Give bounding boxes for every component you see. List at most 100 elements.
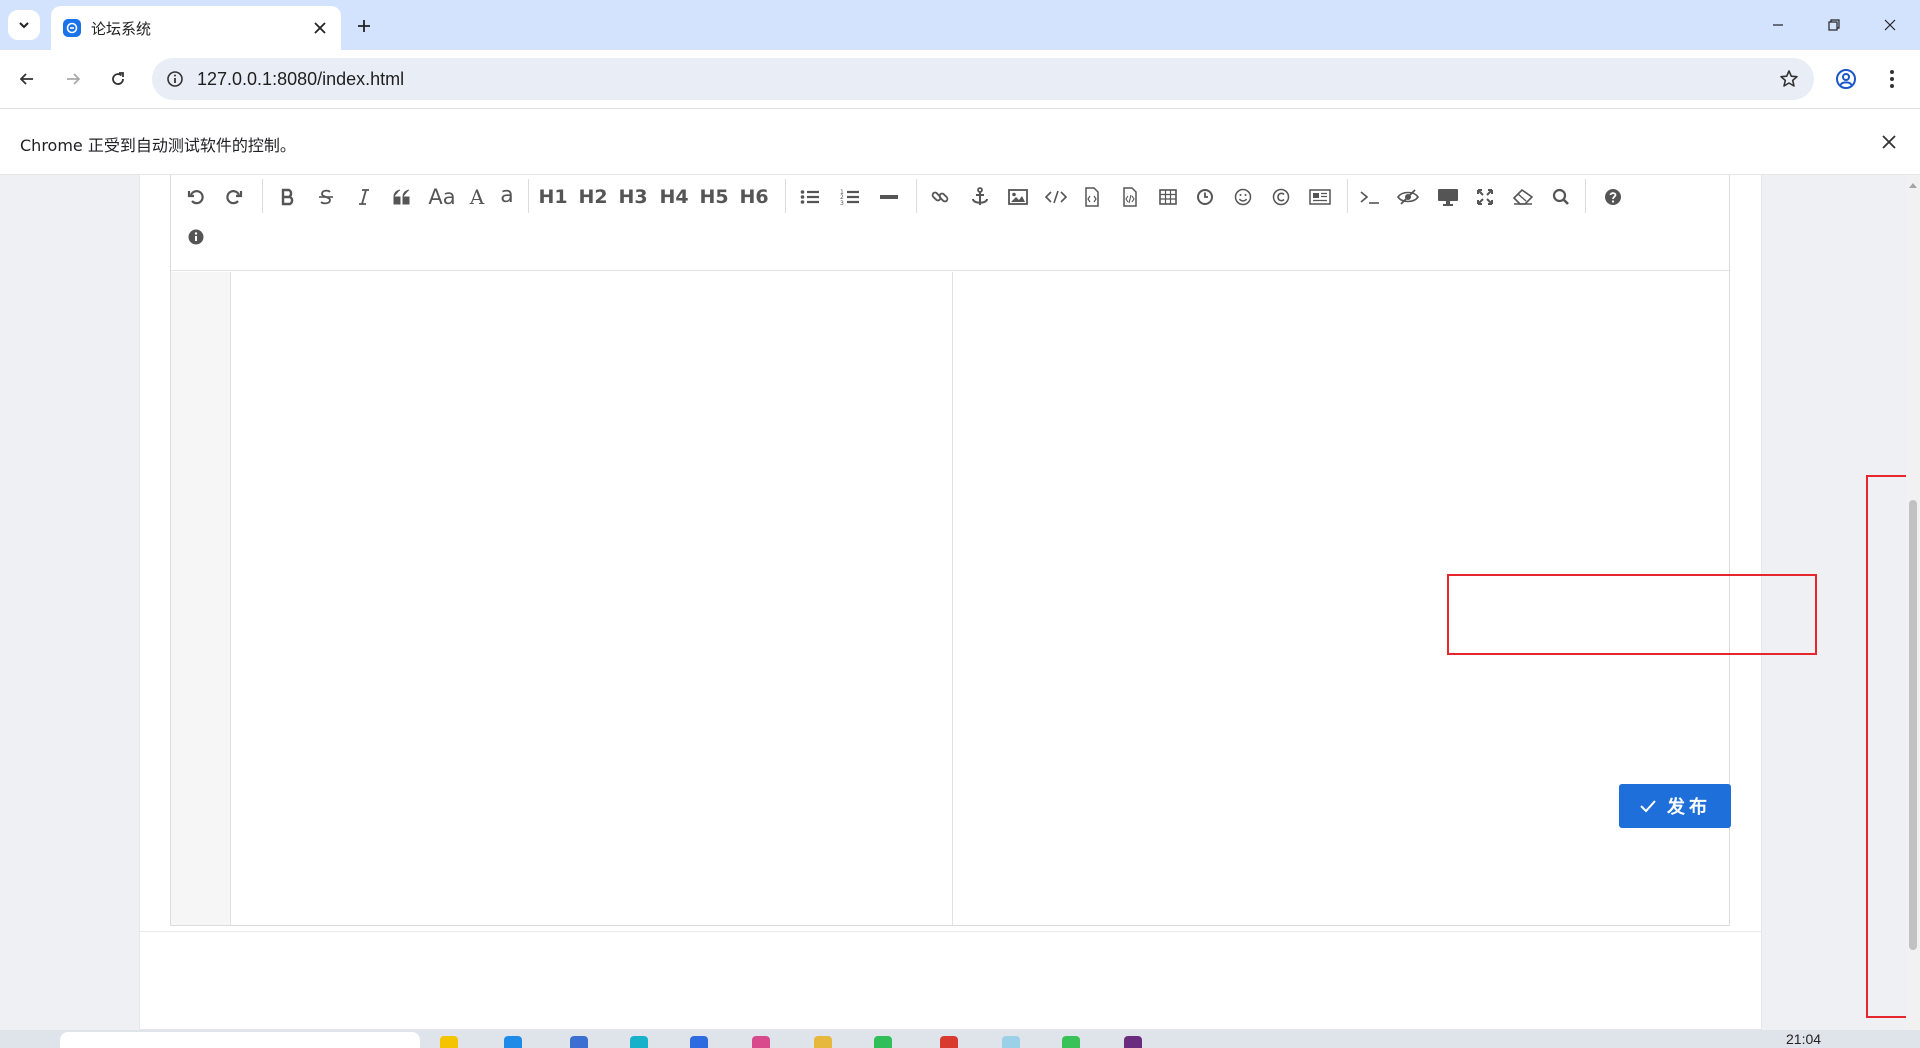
taskbar-app-icon[interactable]: [1124, 1036, 1142, 1048]
bookmark-star-icon[interactable]: [1776, 66, 1802, 92]
undo-icon[interactable]: [183, 179, 209, 215]
address-bar[interactable]: 127.0.0.1:8080/index.html: [152, 58, 1814, 100]
arrow-right-icon: [67, 73, 81, 85]
markdown-input-pane[interactable]: [231, 272, 953, 925]
redo-icon[interactable]: [221, 179, 247, 215]
chevron-down-icon: [19, 22, 29, 29]
image-icon[interactable]: [1003, 179, 1033, 215]
line-number-gutter: [171, 272, 231, 925]
markdown-editor: Aa A a H1 H2 H3 H4 H5 H6 123: [170, 175, 1730, 926]
newspaper-icon[interactable]: [1303, 179, 1337, 215]
close-icon: [1884, 19, 1896, 31]
browser-tab[interactable]: 论坛系统: [51, 6, 341, 50]
eye-slash-icon[interactable]: [1393, 179, 1423, 215]
publish-button[interactable]: 发布: [1619, 784, 1731, 828]
toolbar-divider: [1585, 179, 1586, 213]
plus-icon: [358, 20, 370, 32]
svg-text:3: 3: [840, 200, 844, 206]
eraser-icon[interactable]: [1509, 179, 1537, 215]
tab-search-button[interactable]: [8, 10, 40, 40]
url-text[interactable]: 127.0.0.1:8080/index.html: [197, 69, 404, 90]
infobar-close-icon[interactable]: [1878, 131, 1900, 153]
toolbar-divider: [785, 179, 786, 213]
taskbar-app-icon[interactable]: [940, 1036, 958, 1048]
publish-label: 发布: [1667, 797, 1711, 818]
os-taskbar: 21:04: [0, 1030, 1920, 1048]
restore-button[interactable]: [1814, 10, 1854, 40]
highlight-box-scrollbar: [1866, 475, 1906, 1018]
quote-icon[interactable]: [387, 179, 417, 215]
taskbar-app-icon[interactable]: [440, 1036, 458, 1048]
taskbar-app-icon[interactable]: [874, 1036, 892, 1048]
file-code-icon[interactable]: [1117, 179, 1143, 215]
uppercase-icon[interactable]: Aa: [425, 179, 459, 215]
uppercase-a-icon[interactable]: A: [465, 179, 489, 215]
browser-toolbar: 127.0.0.1:8080/index.html: [0, 50, 1920, 108]
info-icon[interactable]: [183, 219, 209, 255]
profile-button[interactable]: [1830, 63, 1862, 95]
fullscreen-icon[interactable]: [1471, 179, 1499, 215]
scroll-up-arrow-icon[interactable]: [1906, 179, 1920, 191]
taskbar-app-icon[interactable]: [570, 1036, 588, 1048]
terminal-icon[interactable]: [1355, 179, 1385, 215]
h5-button[interactable]: H5: [697, 179, 731, 215]
browser-menu-button[interactable]: [1876, 63, 1908, 95]
desktop-icon[interactable]: [1433, 179, 1463, 215]
taskbar-app-icon[interactable]: [504, 1036, 522, 1048]
code-icon[interactable]: [1041, 179, 1071, 215]
close-window-button[interactable]: [1870, 10, 1910, 40]
taskbar-app-icon[interactable]: [1002, 1036, 1020, 1048]
new-tab-button[interactable]: [350, 12, 378, 40]
clock-icon[interactable]: [1191, 179, 1219, 215]
reload-icon: [112, 72, 124, 85]
minimize-button[interactable]: [1758, 10, 1798, 40]
taskbar-app-icon[interactable]: [690, 1036, 708, 1048]
taskbar-app-icon[interactable]: [814, 1036, 832, 1048]
editor-toolbar: Aa A a H1 H2 H3 H4 H5 H6 123: [171, 175, 1729, 271]
tab-close-icon[interactable]: [311, 19, 329, 37]
lowercase-a-icon[interactable]: a: [495, 177, 519, 213]
tab-title: 论坛系统: [91, 19, 152, 38]
page-scrollbar[interactable]: [1906, 175, 1920, 1030]
reload-button[interactable]: [102, 63, 134, 95]
h6-button[interactable]: H6: [737, 179, 771, 215]
bold-icon[interactable]: [275, 179, 301, 215]
arrow-left-icon: [19, 73, 33, 85]
link-icon[interactable]: [925, 179, 955, 215]
list-ul-icon[interactable]: [795, 179, 825, 215]
highlight-box-publish: [1447, 574, 1817, 655]
h4-button[interactable]: H4: [657, 179, 691, 215]
automation-infobar: Chrome 正受到自动测试软件的控制。: [0, 108, 1920, 175]
hr-icon[interactable]: [875, 179, 903, 215]
help-icon[interactable]: [1599, 179, 1627, 215]
copyright-icon[interactable]: [1267, 179, 1295, 215]
site-info-icon[interactable]: [162, 66, 188, 92]
toolbar-divider: [528, 179, 529, 213]
smiley-icon[interactable]: [1229, 179, 1257, 215]
code-block-icon[interactable]: [1079, 179, 1105, 215]
scrollbar-thumb[interactable]: [1909, 500, 1917, 950]
table-icon[interactable]: [1153, 179, 1183, 215]
page-viewport: Aa A a H1 H2 H3 H4 H5 H6 123 发布: [0, 175, 1906, 1030]
h3-button[interactable]: H3: [616, 179, 650, 215]
list-ol-icon[interactable]: 123: [835, 179, 865, 215]
h1-button[interactable]: H1: [536, 179, 570, 215]
strikethrough-icon[interactable]: [313, 179, 339, 215]
taskbar-app-icon[interactable]: [752, 1036, 770, 1048]
taskbar-clock: 21:04: [1786, 1031, 1822, 1047]
profile-icon: [1836, 69, 1856, 89]
minimize-icon: [1773, 24, 1783, 26]
back-button[interactable]: [11, 63, 43, 95]
anchor-icon[interactable]: [965, 179, 995, 215]
kebab-menu-icon: [1890, 70, 1894, 88]
h2-button[interactable]: H2: [576, 179, 610, 215]
forward-button[interactable]: [57, 63, 89, 95]
infobar-message: Chrome 正受到自动测试软件的控制。: [20, 136, 296, 155]
italic-icon[interactable]: [351, 179, 377, 215]
forum-favicon-icon: [63, 19, 81, 37]
taskbar-app-icon[interactable]: [630, 1036, 648, 1048]
taskbar-app-icon[interactable]: [1062, 1036, 1080, 1048]
search-icon[interactable]: [1547, 179, 1575, 215]
toolbar-divider: [916, 179, 917, 213]
taskbar-search[interactable]: [60, 1032, 420, 1048]
